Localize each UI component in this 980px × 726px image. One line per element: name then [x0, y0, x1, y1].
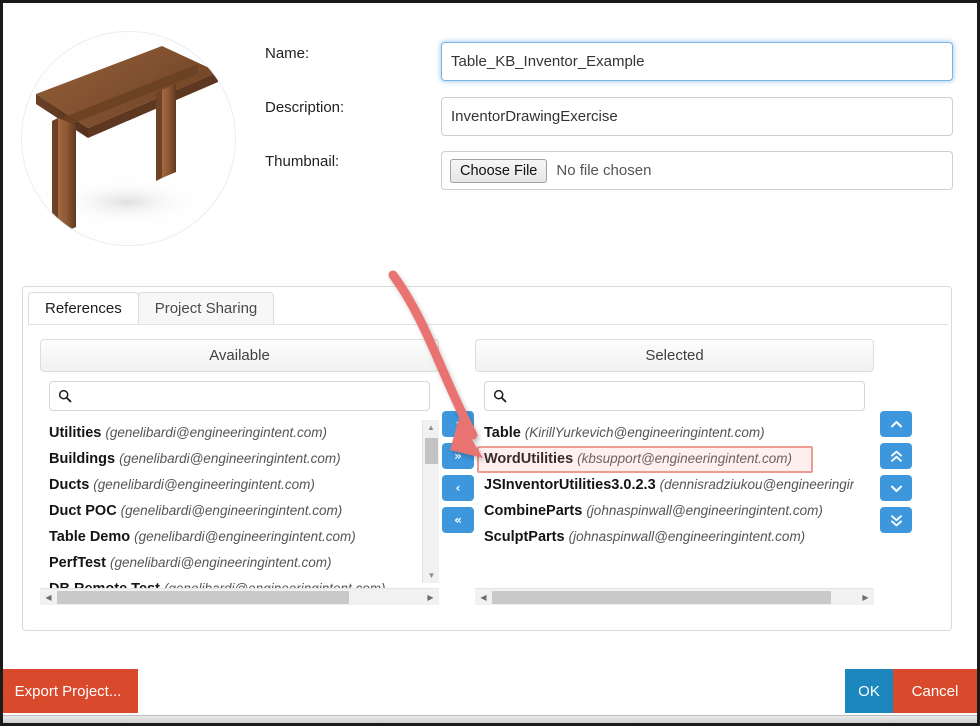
cancel-button[interactable]: Cancel [893, 669, 977, 713]
search-icon [493, 389, 507, 403]
hscroll-track[interactable] [57, 590, 422, 604]
selected-list-item[interactable]: JSInventorUtilities3.0.2.3 (dennisradziuk… [484, 472, 854, 498]
list-item-owner: (johnaspinwall@engineeringintent.com) [568, 529, 806, 544]
chevron-up-icon [890, 420, 902, 427]
vscroll-thumb[interactable] [425, 438, 438, 464]
tab-project-sharing[interactable]: Project Sharing [137, 292, 275, 325]
list-item-owner: (genelibardi@engineeringintent.com) [105, 425, 327, 440]
available-search-input[interactable] [78, 387, 421, 405]
description-label: Description: [265, 99, 345, 116]
available-list[interactable]: Utilities (genelibardi@engineeringintent.… [40, 420, 439, 605]
scroll-right-icon[interactable]: ▶ [422, 589, 439, 606]
available-header: Available [40, 339, 439, 372]
list-item-owner: (dennisradziukou@engineeringintent.co [659, 477, 854, 492]
list-item-owner: (kbsupport@engineeringintent.com) [577, 451, 792, 466]
thumbnail-circle [21, 31, 236, 246]
list-item-name: PerfTest [49, 555, 106, 571]
available-horizontal-scrollbar[interactable]: ◀ ▶ [40, 588, 439, 605]
list-item-name: WordUtilities [484, 451, 574, 467]
list-item-name: Duct POC [49, 503, 117, 519]
list-item-name: SculptParts [484, 529, 565, 545]
selected-header: Selected [475, 339, 874, 372]
scroll-left-icon[interactable]: ◀ [40, 589, 57, 606]
list-item-owner: (johnaspinwall@engineeringintent.com) [586, 503, 823, 518]
available-list-item[interactable]: Utilities (genelibardi@engineeringintent.… [49, 420, 419, 446]
available-list-item[interactable]: Buildings (genelibardi@engineeringintent.… [49, 446, 419, 472]
list-item-name: Table [484, 425, 521, 441]
scroll-right-icon[interactable]: ▶ [857, 589, 874, 606]
selected-list-item[interactable]: Table (KirillYurkevich@engineeringintent.… [484, 420, 854, 446]
thumbnail-preview [21, 31, 236, 246]
export-project-button[interactable]: Export Project... [3, 669, 138, 713]
no-file-chosen-text: No file chosen [556, 162, 652, 179]
move-right-button[interactable]: › [442, 411, 474, 437]
selected-column: Selected Table (KirillYurkevich@engineeri… [475, 339, 874, 605]
ok-button[interactable]: OK [845, 669, 893, 713]
name-label: Name: [265, 45, 310, 62]
scroll-up-icon[interactable]: ▲ [423, 420, 439, 435]
list-item-name: Table Demo [49, 529, 131, 545]
thumbnail-file-picker[interactable]: Choose File No file chosen [441, 151, 953, 190]
name-input[interactable] [441, 42, 953, 81]
list-item-owner: (genelibardi@engineeringintent.com) [134, 529, 356, 544]
available-search-row[interactable] [49, 381, 430, 411]
selected-list-item[interactable]: CombineParts (johnaspinwall@engineeringin… [484, 498, 854, 524]
project-details-form: Name: Description: Thumbnail: Choose Fil… [3, 3, 977, 273]
list-item-owner: (genelibardi@engineeringintent.com) [93, 477, 315, 492]
reorder-button-group [880, 411, 912, 539]
available-list-item[interactable]: Ducts (genelibardi@engineeringintent.com) [49, 472, 419, 498]
move-left-button[interactable]: ‹ [442, 475, 474, 501]
available-list-item[interactable]: Duct POC (genelibardi@engineeringintent.c… [49, 498, 419, 524]
list-item-owner: (genelibardi@engineeringintent.com) [109, 555, 332, 570]
list-item-name: Ducts [49, 477, 90, 493]
list-item-owner: (genelibardi@engineeringintent.com) [120, 503, 343, 518]
scroll-left-icon[interactable]: ◀ [475, 589, 492, 606]
selected-search-row[interactable] [484, 381, 865, 411]
list-item-name: Utilities [49, 425, 102, 441]
hscroll-track[interactable] [492, 590, 857, 604]
list-item-owner: (KirillYurkevich@engineeringintent.com) [524, 425, 765, 440]
list-item-name: CombineParts [484, 503, 583, 519]
tab-strip: References Project Sharing [28, 292, 275, 325]
selected-list-item[interactable]: SculptParts (johnaspinwall@engineeringint… [484, 524, 854, 550]
available-list-item[interactable]: Table Demo (genelibardi@engineeringintent… [49, 524, 419, 550]
double-chevron-down-icon [890, 514, 902, 526]
move-to-bottom-button[interactable] [880, 507, 912, 533]
available-list-items: Utilities (genelibardi@engineeringintent.… [40, 420, 419, 602]
references-panel: References Project Sharing Available Uti… [22, 286, 952, 631]
move-to-top-button[interactable] [880, 443, 912, 469]
move-down-button[interactable] [880, 475, 912, 501]
available-vertical-scrollbar[interactable]: ▲ ▼ [422, 420, 439, 583]
selected-list-item[interactable]: WordUtilities (kbsupport@engineeringinten… [484, 446, 854, 472]
scroll-down-icon[interactable]: ▼ [423, 568, 439, 583]
hscroll-thumb[interactable] [492, 590, 832, 604]
hscroll-thumb[interactable] [57, 590, 349, 604]
move-all-left-button[interactable]: « [442, 507, 474, 533]
available-list-item[interactable]: PerfTest (genelibardi@engineeringintent.c… [49, 550, 419, 576]
tab-underline [28, 324, 948, 325]
dialog-body: Name: Description: Thumbnail: Choose Fil… [3, 3, 977, 723]
selected-list[interactable]: Table (KirillYurkevich@engineeringintent.… [475, 420, 874, 605]
list-item-name: JSInventorUtilities3.0.2.3 [484, 477, 656, 493]
tab-references[interactable]: References [28, 292, 139, 325]
selected-list-items: Table (KirillYurkevich@engineeringintent.… [475, 420, 854, 550]
wooden-table-icon [22, 32, 235, 245]
app-window: Name: Description: Thumbnail: Choose Fil… [0, 0, 980, 726]
available-column: Available Utilities (genelibardi@engineer… [40, 339, 439, 605]
move-all-right-button[interactable]: » [442, 443, 474, 469]
transfer-button-group: › » ‹ « [442, 411, 474, 539]
list-item-name: Buildings [49, 451, 116, 467]
list-item-owner: (genelibardi@engineeringintent.com) [119, 451, 341, 466]
description-input[interactable] [441, 97, 953, 136]
window-bottom-edge [3, 715, 977, 723]
footer-bar: Export Project... OK Cancel [3, 669, 977, 715]
selected-horizontal-scrollbar[interactable]: ◀ ▶ [475, 588, 874, 605]
choose-file-button[interactable]: Choose File [450, 158, 548, 183]
selected-search-input[interactable] [513, 387, 856, 405]
double-chevron-up-icon [890, 450, 902, 462]
search-icon [58, 389, 72, 403]
chevron-down-icon [890, 485, 902, 492]
thumbnail-label: Thumbnail: [265, 153, 340, 170]
move-up-button[interactable] [880, 411, 912, 437]
